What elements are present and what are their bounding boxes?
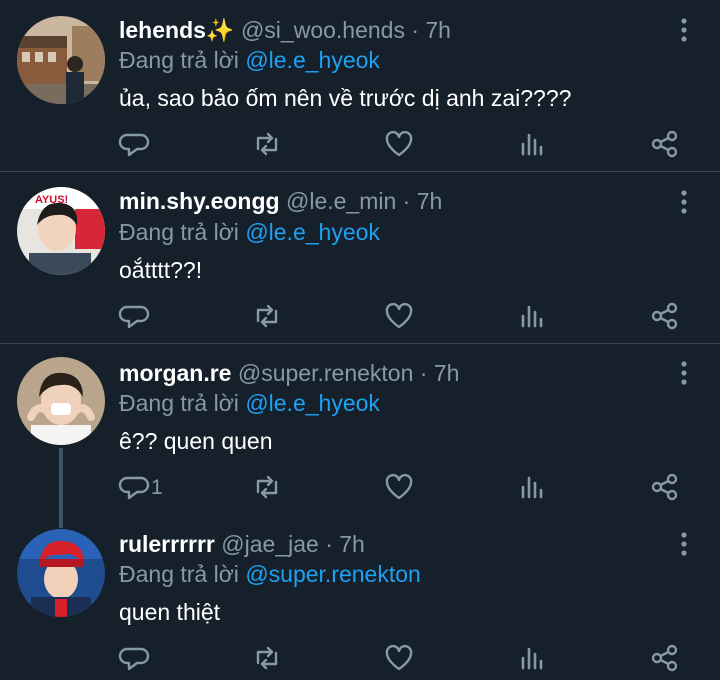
share-icon[interactable]	[648, 127, 682, 161]
avatar[interactable]	[17, 357, 105, 445]
replying-prefix: Đang trả lời	[119, 390, 239, 416]
avatar[interactable]: AYUS!	[17, 187, 105, 275]
timestamp[interactable]: · 7h	[325, 531, 365, 557]
analytics-icon[interactable]	[515, 127, 549, 161]
reply-icon[interactable]	[117, 299, 151, 333]
retweet-icon[interactable]	[250, 127, 284, 161]
more-vertical-icon[interactable]	[674, 16, 694, 44]
user-handle[interactable]: @si_woo.hends	[241, 17, 405, 43]
replying-prefix: Đang trả lời	[119, 219, 239, 245]
retweet-icon[interactable]	[250, 299, 284, 333]
replying-to: Đang trả lời @le.e_hyeok	[119, 47, 380, 74]
share-icon[interactable]	[648, 641, 682, 675]
heart-icon[interactable]	[382, 127, 416, 161]
avatar[interactable]	[17, 529, 105, 617]
heart-icon[interactable]	[382, 641, 416, 675]
tweet-header: morgan.re @super.renekton · 7h	[119, 360, 459, 387]
reply-icon[interactable]	[117, 127, 151, 161]
mention-link[interactable]: @le.e_hyeok	[245, 390, 380, 416]
tweet-header: lehends✨ @si_woo.hends · 7h	[119, 17, 451, 44]
tweet-card[interactable]: rulerrrrrr @jae_jae · 7h Đang trả lời @s…	[0, 514, 720, 679]
timestamp[interactable]: · 7h	[403, 188, 443, 214]
more-vertical-icon[interactable]	[674, 188, 694, 216]
replying-to: Đang trả lời @le.e_hyeok	[119, 390, 380, 417]
tweet-text: oắtttt??!	[119, 257, 203, 283]
replying-prefix: Đang trả lời	[119, 561, 239, 587]
mention-link[interactable]: @le.e_hyeok	[245, 219, 380, 245]
user-handle[interactable]: @super.renekton	[238, 360, 414, 386]
share-icon[interactable]	[648, 470, 682, 504]
retweet-icon[interactable]	[250, 470, 284, 504]
mention-link[interactable]: @le.e_hyeok	[245, 47, 380, 73]
reply-icon[interactable]	[117, 641, 151, 675]
analytics-icon[interactable]	[515, 470, 549, 504]
tweet-text: ủa, sao bảo ốm nên về trước dị anh zai??…	[119, 85, 572, 111]
share-icon[interactable]	[648, 299, 682, 333]
mention-link[interactable]: @super.renekton	[245, 561, 421, 587]
reply-count: 1	[151, 476, 163, 499]
analytics-icon[interactable]	[515, 299, 549, 333]
timestamp[interactable]: · 7h	[411, 17, 451, 43]
display-name[interactable]: lehends✨	[119, 17, 235, 43]
display-name[interactable]: rulerrrrrr	[119, 531, 215, 557]
tweet-card[interactable]: morgan.re @super.renekton · 7h Đang trả …	[0, 344, 720, 514]
user-handle[interactable]: @jae_jae	[221, 531, 319, 557]
tweet-card[interactable]: lehends✨ @si_woo.hends · 7h Đang trả lời…	[0, 0, 720, 172]
tweet-text: ê?? quen quen	[119, 428, 273, 454]
reply-icon[interactable]	[117, 470, 151, 504]
replying-to: Đang trả lời @le.e_hyeok	[119, 219, 380, 246]
tweet-header: rulerrrrrr @jae_jae · 7h	[119, 531, 365, 558]
timestamp[interactable]: · 7h	[420, 360, 460, 386]
retweet-icon[interactable]	[250, 641, 284, 675]
avatar[interactable]	[17, 16, 105, 104]
heart-icon[interactable]	[382, 470, 416, 504]
tweet-text: quen thiệt	[119, 599, 221, 625]
replying-prefix: Đang trả lời	[119, 47, 239, 73]
heart-icon[interactable]	[382, 299, 416, 333]
display-name[interactable]: morgan.re	[119, 360, 231, 386]
more-vertical-icon[interactable]	[674, 359, 694, 387]
tweet-header: min.shy.eongg @le.e_min · 7h	[119, 188, 442, 215]
user-handle[interactable]: @le.e_min	[286, 188, 396, 214]
replying-to: Đang trả lời @super.renekton	[119, 561, 421, 588]
analytics-icon[interactable]	[515, 641, 549, 675]
tweet-card[interactable]: AYUS! min.shy.eongg @le.e_min · 7h Đang …	[0, 172, 720, 344]
more-vertical-icon[interactable]	[674, 530, 694, 558]
display-name[interactable]: min.shy.eongg	[119, 188, 280, 214]
